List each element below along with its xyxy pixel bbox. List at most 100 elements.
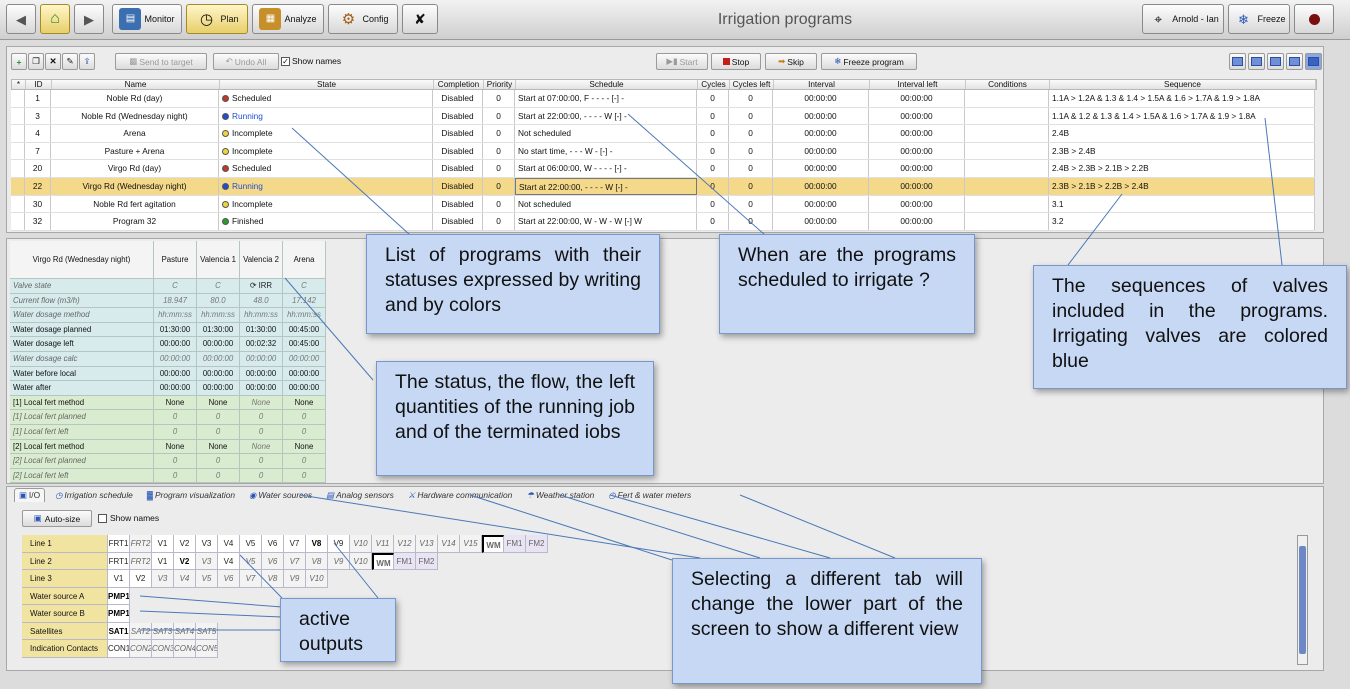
output-cell[interactable]: V11 [372,535,394,553]
auto-size-button[interactable]: ▣ Auto-size [22,510,92,527]
output-cell[interactable]: V1 [152,535,174,553]
output-cell[interactable]: V7 [284,535,306,553]
edit-program-button[interactable]: ✎ [62,53,78,70]
output-cell[interactable]: V5 [240,552,262,570]
io-show-names-toggle[interactable]: Show names [98,513,159,523]
output-cell[interactable]: V4 [174,570,196,588]
output-cell[interactable]: V10 [350,552,372,570]
output-cell[interactable]: V4 [218,552,240,570]
output-cell[interactable]: V9 [328,552,350,570]
output-cell[interactable]: FRT1 [108,552,130,570]
output-cell[interactable]: V7 [284,552,306,570]
copy-program-button[interactable]: ❐ [28,53,44,70]
output-cell[interactable]: V2 [174,535,196,553]
layout-5-button[interactable] [1305,53,1322,70]
output-cell[interactable]: V6 [262,552,284,570]
output-cell[interactable]: FRT2 [130,535,152,553]
user-button[interactable]: ⌖ Arnold - Ian [1142,4,1224,34]
output-cell[interactable]: V4 [218,535,240,553]
show-names-toggle[interactable]: ✓ Show names [281,56,341,66]
column-header[interactable]: Name [52,80,220,89]
delete-program-button[interactable]: ✕ [45,53,61,70]
table-row[interactable]: 1 Noble Rd (day) Scheduled Disabled 0 Start a… [11,90,1315,108]
output-cell[interactable]: V13 [416,535,438,553]
export-program-button[interactable]: ⇪ [79,53,95,70]
output-cell[interactable]: FM2 [416,552,438,570]
home-button[interactable]: ⌂ [40,4,70,34]
column-header[interactable]: Priority [484,80,516,89]
column-header[interactable]: * [12,80,26,89]
tab-fert-water-meters[interactable]: ◷ Fert & water meters [604,488,695,502]
send-to-target-button[interactable]: ▩ Send to target [115,53,207,70]
output-cell[interactable]: CON2 [130,640,152,658]
freeze-button[interactable]: ❄ Freeze [1228,4,1290,34]
freeze-program-button[interactable]: ❄ Freeze program [821,53,917,70]
output-cell[interactable]: SAT5 [196,622,218,640]
output-cell[interactable]: V6 [262,535,284,553]
output-cell[interactable]: V14 [438,535,460,553]
output-cell[interactable]: CON4 [174,640,196,658]
output-cell[interactable]: FRT1 [108,535,130,553]
tab-hardware-communication[interactable]: ⚔ Hardware communication [404,488,516,502]
column-header[interactable]: Conditions [966,80,1050,89]
output-cell[interactable]: V6 [218,570,240,588]
output-cell[interactable]: WM [372,552,394,570]
output-cell[interactable]: V2 [174,552,196,570]
layout-4-button[interactable] [1286,53,1303,70]
output-cell[interactable]: V7 [240,570,262,588]
output-cell[interactable]: V9 [284,570,306,588]
column-header[interactable]: Completion [434,80,484,89]
output-cell[interactable]: V10 [306,570,328,588]
record-button[interactable] [1294,4,1334,34]
monitor-button[interactable]: ▤ Monitor [112,4,182,34]
output-cell[interactable]: SAT1 [108,622,130,640]
output-cell[interactable]: FM1 [394,552,416,570]
tab-weather-station[interactable]: ☂ Weather station [522,488,598,502]
tab-irrigation-schedule[interactable]: ◷ Irrigation schedule [51,488,137,502]
table-row[interactable]: 32 Program 32 Finished Disabled 0 Start at 22… [11,213,1315,231]
column-header[interactable]: Interval left [870,80,966,89]
undo-all-button[interactable]: ↶ Undo All [213,53,279,70]
scrollbar-thumb[interactable] [1299,546,1306,654]
io-scrollbar[interactable] [1297,535,1308,665]
tools-button[interactable]: ✘ [402,4,438,34]
output-cell[interactable]: CON1 [108,640,130,658]
output-cell[interactable]: V3 [196,535,218,553]
output-cell[interactable]: V8 [306,552,328,570]
output-cell[interactable]: FM1 [504,535,526,553]
table-row[interactable]: 4 Arena Incomplete Disabled 0 Not scheduled 0 0… [11,125,1315,143]
output-cell[interactable]: SAT3 [152,622,174,640]
table-row[interactable]: 7 Pasture + Arena Incomplete Disabled 0 No st… [11,142,1315,161]
output-cell[interactable]: V15 [460,535,482,553]
layout-3-button[interactable] [1267,53,1284,70]
output-cell[interactable]: CON3 [152,640,174,658]
start-button[interactable]: ▶▮ Start [656,53,708,70]
output-cell[interactable]: V2 [130,570,152,588]
column-header[interactable]: Schedule [516,80,698,89]
tab-i-o[interactable]: ▣ I/O [14,488,46,502]
output-cell[interactable]: V8 [262,570,284,588]
stop-button[interactable]: Stop [711,53,761,70]
output-cell[interactable]: V3 [196,552,218,570]
layout-2-button[interactable] [1248,53,1265,70]
forward-button[interactable]: ▶ [74,4,104,34]
analyze-button[interactable]: ▦ Analyze [252,4,324,34]
column-header[interactable]: State [220,80,434,89]
skip-button[interactable]: ➡ Skip [765,53,817,70]
output-cell[interactable]: V1 [108,570,130,588]
output-cell[interactable]: V10 [350,535,372,553]
add-program-button[interactable]: + [11,53,27,70]
output-cell[interactable]: SAT4 [174,622,196,640]
column-header[interactable]: Cycles left [730,80,774,89]
output-cell[interactable]: PMP1 [108,587,130,605]
plan-button[interactable]: ◷ Plan [186,4,248,34]
output-cell[interactable]: V8 [306,535,328,553]
output-cell[interactable]: WM [482,535,504,553]
config-button[interactable]: ⚙ Config [328,4,398,34]
output-cell[interactable]: FM2 [526,535,548,553]
output-cell[interactable]: V12 [394,535,416,553]
tab-analog-sensors[interactable]: ▤ Analog sensors [322,488,398,502]
table-row[interactable]: 30 Noble Rd fert agitation Incomplete Disab… [11,195,1315,214]
output-cell[interactable]: V5 [240,535,262,553]
output-cell[interactable]: SAT2 [130,622,152,640]
